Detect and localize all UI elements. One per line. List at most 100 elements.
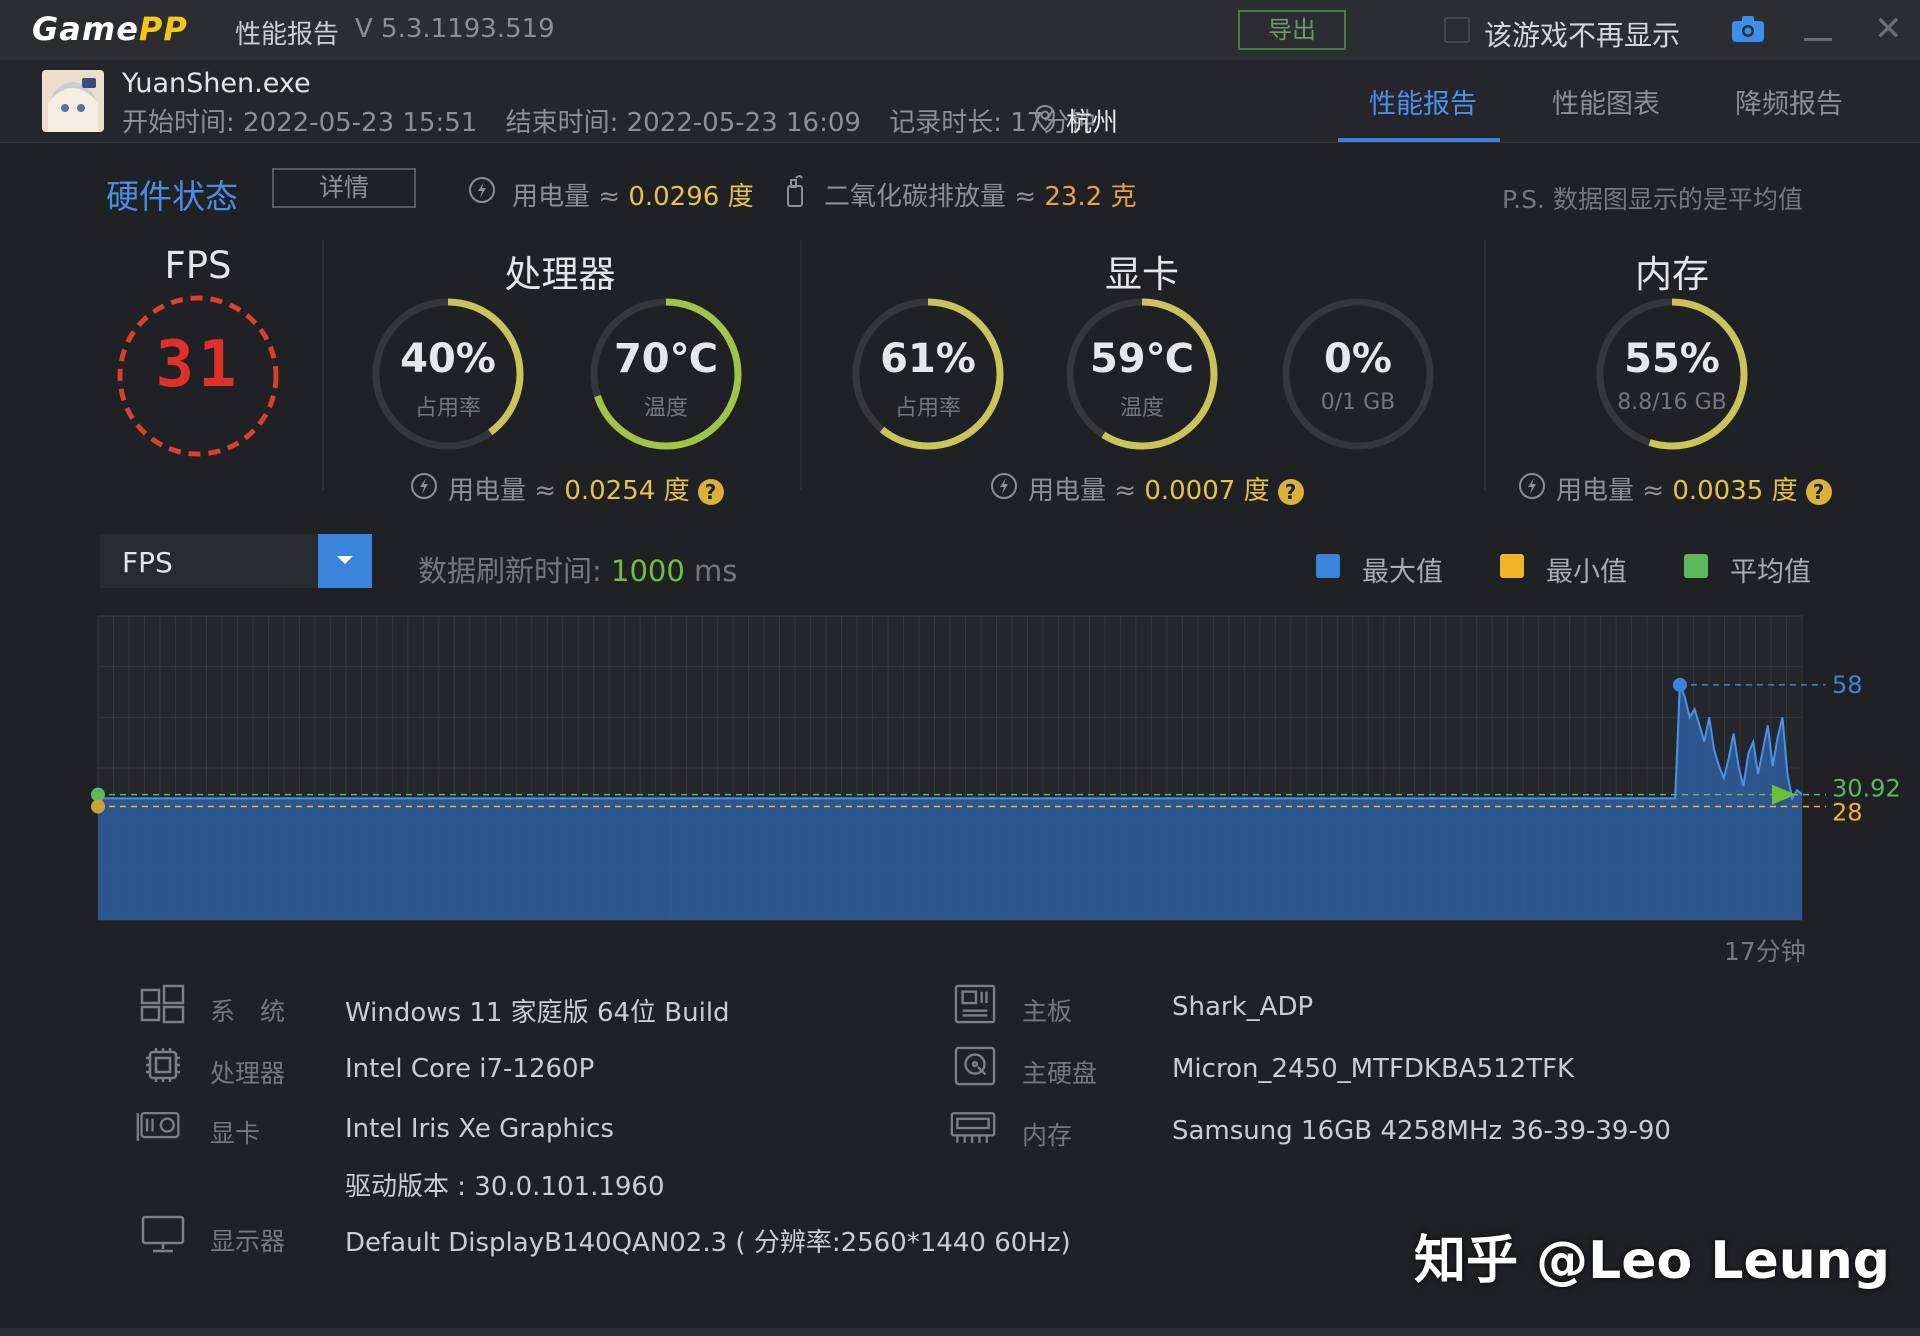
app-title: 性能报告 <box>235 20 340 50</box>
disk-value: Micron_2450_MTFDKBA512TFK <box>1172 1054 1575 1084</box>
tab-throttle-report[interactable]: 降频报告 <box>1735 82 1843 121</box>
os-key: 系 统 <box>210 997 286 1026</box>
gpu-key: 显卡 <box>210 1119 261 1148</box>
legend-avg-label: 平均值 <box>1730 557 1811 588</box>
legend-min-swatch <box>1500 554 1524 578</box>
hard-disk-icon <box>954 1046 996 1086</box>
end-time: 结束时间: 2022-05-23 16:09 <box>505 108 861 138</box>
section-divider <box>800 240 802 490</box>
cpu-temp-label: 温度 <box>643 396 688 421</box>
gpu-usage-gauge: 61% 占用率 <box>848 294 1008 454</box>
details-button[interactable]: 详情 <box>272 168 416 208</box>
max-value-label: 58 <box>1832 671 1863 699</box>
total-power: 用电量 ≈ 0.0296 度 <box>512 182 754 212</box>
memory-power: 用电量 ≈ 0.0035 度? <box>1556 470 1832 507</box>
cpu-chip-icon <box>146 1048 180 1082</box>
cpu-usage-gauge: 40% 占用率 <box>368 294 528 454</box>
monitor-key: 显示器 <box>210 1227 286 1256</box>
monitor-icon <box>141 1215 185 1253</box>
motherboard-value: Shark_ADP <box>1172 992 1314 1022</box>
location-pin-icon <box>1034 104 1056 132</box>
os-value: Windows 11 家庭版 64位 Build <box>345 998 730 1028</box>
gpu-vram-value: 0% <box>1324 336 1392 382</box>
gpu-section-title: 显卡 <box>1105 253 1179 296</box>
bottom-bar <box>0 1328 1920 1336</box>
no-show-label: 该游戏不再显示 <box>1484 19 1681 52</box>
co2-icon <box>787 175 803 207</box>
monitor-value: Default DisplayB140QAN02.3 ( 分辨率:2560*14… <box>345 1228 1071 1258</box>
app-version: V 5.3.1193.519 <box>355 14 555 44</box>
legend-max-label: 最大值 <box>1362 557 1443 588</box>
cpu-temp-value: 70℃ <box>613 336 719 382</box>
process-name: YuanShen.exe <box>122 68 311 99</box>
tab-performance-report[interactable]: 性能报告 <box>1369 82 1477 121</box>
fps-value: 31 <box>155 328 241 402</box>
camera-icon[interactable] <box>1730 14 1766 44</box>
legend-avg-swatch <box>1684 554 1708 578</box>
metric-dropdown-button[interactable] <box>318 534 372 588</box>
hardware-status-title: 硬件状态 <box>106 177 238 216</box>
memory-key: 内存 <box>1022 1121 1073 1150</box>
start-time: 开始时间: 2022-05-23 15:51 <box>122 108 478 138</box>
export-button[interactable]: 导出 <box>1238 10 1346 50</box>
no-show-checkbox[interactable] <box>1444 17 1470 43</box>
gpu-temp-value: 59℃ <box>1089 336 1195 382</box>
cpu-temp-gauge: 70℃ 温度 <box>586 294 746 454</box>
min-value-label: 28 <box>1832 799 1863 827</box>
location-label: 杭州 <box>1066 108 1119 138</box>
gpu-driver-version: 驱动版本 : 30.0.101.1960 <box>345 1172 665 1202</box>
cpu-power: 用电量 ≈ 0.0254 度? <box>448 470 724 507</box>
windows-icon <box>140 984 185 1024</box>
min-start-point <box>91 799 105 814</box>
cpu-usage-label: 占用率 <box>414 396 481 421</box>
power-icon <box>469 177 495 203</box>
cpu-section-title: 处理器 <box>504 253 616 296</box>
memory-section-title: 内存 <box>1635 253 1709 296</box>
power-icon <box>991 473 1017 499</box>
game-avatar <box>42 70 104 132</box>
legend-min-label: 最小值 <box>1546 557 1627 588</box>
motherboard-icon <box>954 984 996 1024</box>
refresh-interval: 数据刷新时间: 1000 ms <box>418 554 738 588</box>
metric-select-value: FPS <box>122 546 173 579</box>
memory-usage-gauge: 55% 8.8/16 GB <box>1592 294 1752 454</box>
section-divider <box>322 240 324 490</box>
help-icon[interactable]: ? <box>1277 478 1304 505</box>
power-icon <box>1519 473 1545 499</box>
ram-icon <box>950 1112 996 1143</box>
co2-emission: 二氧化碳排放量 ≈ 23.2 克 <box>824 182 1137 212</box>
record-duration: 记录时长: 17分钟 <box>889 108 1096 138</box>
gpu-usage-value: 61% <box>880 336 976 382</box>
help-icon[interactable]: ? <box>1805 478 1832 505</box>
gpu-vram-gauge: 0% 0/1 GB <box>1278 294 1438 454</box>
disk-key: 主硬盘 <box>1022 1059 1098 1088</box>
gpu-value: Intel Iris Xe Graphics <box>345 1114 614 1144</box>
title-bar: GamePP 性能报告 V 5.3.1193.519 导出 该游戏不再显示 ✕ <box>0 0 1920 60</box>
average-note: P.S. 数据图显示的是平均值 <box>1502 185 1803 214</box>
help-icon[interactable]: ? <box>697 478 724 505</box>
close-icon[interactable]: ✕ <box>1874 12 1903 46</box>
x-axis-end-label: 17分钟 <box>1724 937 1806 966</box>
max-point <box>1672 677 1687 692</box>
session-times: 开始时间: 2022-05-23 15:51 结束时间: 2022-05-23 … <box>122 102 1115 139</box>
motherboard-key: 主板 <box>1022 997 1073 1026</box>
gpu-usage-label: 占用率 <box>894 396 961 421</box>
cpu-key: 处理器 <box>210 1059 286 1088</box>
memory-value: Samsung 16GB 4258MHz 36-39-39-90 <box>1172 1116 1671 1146</box>
gpu-temp-gauge: 59℃ 温度 <box>1062 294 1222 454</box>
power-icon <box>411 473 437 499</box>
active-tab-indicator <box>1338 138 1500 142</box>
gamepp-window: GamePP 性能报告 V 5.3.1193.519 导出 该游戏不再显示 ✕ … <box>0 0 1920 1336</box>
legend-max-swatch <box>1316 554 1340 578</box>
watermark: 知乎 @Leo Leung <box>1414 1231 1890 1291</box>
memory-usage-label: 8.8/16 GB <box>1617 390 1727 415</box>
section-divider <box>1484 240 1486 490</box>
tab-performance-chart[interactable]: 性能图表 <box>1552 82 1660 121</box>
gpu-card-icon <box>136 1111 180 1141</box>
gamepp-logo: GamePP <box>32 10 188 48</box>
metric-select[interactable]: FPS <box>100 534 372 588</box>
cpu-value: Intel Core i7-1260P <box>345 1054 595 1084</box>
minimize-icon[interactable] <box>1804 38 1832 41</box>
fps-chart: 5830.9228 <box>91 615 1901 921</box>
fps-section-title: FPS <box>164 244 232 287</box>
